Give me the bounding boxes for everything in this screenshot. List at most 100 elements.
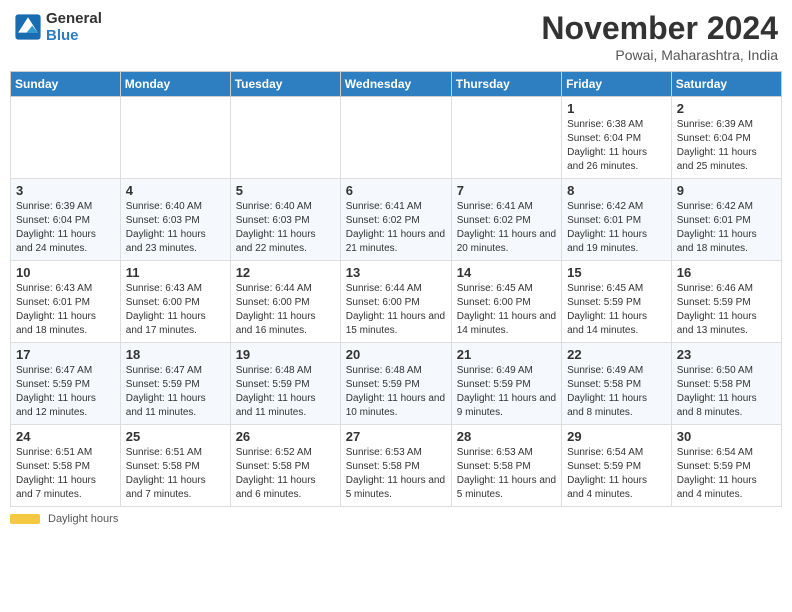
day-number: 15	[567, 265, 666, 280]
calendar-cell: 2 Sunrise: 6:39 AM Sunset: 6:04 PM Daylig…	[671, 97, 781, 179]
day-info: Sunrise: 6:42 AM Sunset: 6:01 PM Dayligh…	[677, 200, 776, 256]
day-info: Sunrise: 6:52 AM Sunset: 5:58 PM Dayligh…	[236, 446, 335, 502]
calendar-cell: 11Sunrise: 6:43 AM Sunset: 6:00 PM Dayli…	[120, 261, 230, 343]
day-info: Sunrise: 6:47 AM Sunset: 5:59 PM Dayligh…	[16, 364, 115, 420]
day-info: Sunrise: 6:42 AM Sunset: 6:01 PM Dayligh…	[567, 200, 666, 256]
day-number: 14	[457, 265, 556, 280]
logo-text: General Blue	[46, 10, 102, 44]
day-info: Sunrise: 6:51 AM Sunset: 5:58 PM Dayligh…	[16, 446, 115, 502]
day-number: 5	[236, 183, 335, 198]
day-number: 12	[236, 265, 335, 280]
calendar-cell: 27Sunrise: 6:53 AM Sunset: 5:58 PM Dayli…	[340, 425, 451, 507]
day-info: Sunrise: 6:54 AM Sunset: 5:59 PM Dayligh…	[567, 446, 666, 502]
calendar-week-row: 10 Sunrise: 6:43 AM Sunset: 6:01 PM Dayli…	[11, 261, 782, 343]
calendar-cell: 29 Sunrise: 6:54 AM Sunset: 5:59 PM Dayli…	[562, 425, 672, 507]
day-number: 30	[677, 429, 776, 444]
calendar-cell: 18 Sunrise: 6:47 AM Sunset: 5:59 PM Dayli…	[120, 343, 230, 425]
calendar-cell: 3 Sunrise: 6:39 AM Sunset: 6:04 PM Daylig…	[11, 179, 121, 261]
calendar-cell: 9 Sunrise: 6:42 AM Sunset: 6:01 PM Daylig…	[671, 179, 781, 261]
calendar-week-row: 24 Sunrise: 6:51 AM Sunset: 5:58 PM Dayli…	[11, 425, 782, 507]
day-info: Sunrise: 6:50 AM Sunset: 5:58 PM Dayligh…	[677, 364, 776, 420]
page-header: General Blue November 2024 Powai, Mahara…	[10, 10, 782, 63]
calendar-cell: 8 Sunrise: 6:42 AM Sunset: 6:01 PM Daylig…	[562, 179, 672, 261]
calendar-cell: 1 Sunrise: 6:38 AM Sunset: 6:04 PM Daylig…	[562, 97, 672, 179]
calendar-week-row: 1 Sunrise: 6:38 AM Sunset: 6:04 PM Daylig…	[11, 97, 782, 179]
day-number: 13	[346, 265, 446, 280]
day-info: Sunrise: 6:44 AM Sunset: 6:00 PM Dayligh…	[346, 282, 446, 338]
day-number: 27	[346, 429, 446, 444]
day-info: Sunrise: 6:39 AM Sunset: 6:04 PM Dayligh…	[677, 118, 776, 174]
day-number: 16	[677, 265, 776, 280]
day-number: 6	[346, 183, 446, 198]
calendar-week-row: 17 Sunrise: 6:47 AM Sunset: 5:59 PM Dayli…	[11, 343, 782, 425]
weekday-header: Tuesday	[230, 72, 340, 97]
calendar-cell: 10 Sunrise: 6:43 AM Sunset: 6:01 PM Dayli…	[11, 261, 121, 343]
day-number: 23	[677, 347, 776, 362]
day-info: Sunrise: 6:41 AM Sunset: 6:02 PM Dayligh…	[457, 200, 556, 256]
calendar-cell: 19Sunrise: 6:48 AM Sunset: 5:59 PM Dayli…	[230, 343, 340, 425]
day-info: Sunrise: 6:48 AM Sunset: 5:59 PM Dayligh…	[236, 364, 335, 420]
calendar-cell: 14 Sunrise: 6:45 AM Sunset: 6:00 PM Dayli…	[451, 261, 561, 343]
day-info: Sunrise: 6:43 AM Sunset: 6:00 PM Dayligh…	[126, 282, 225, 338]
day-info: Sunrise: 6:46 AM Sunset: 5:59 PM Dayligh…	[677, 282, 776, 338]
calendar-cell: 26Sunrise: 6:52 AM Sunset: 5:58 PM Dayli…	[230, 425, 340, 507]
day-number: 9	[677, 183, 776, 198]
calendar-cell: 15Sunrise: 6:45 AM Sunset: 5:59 PM Dayli…	[562, 261, 672, 343]
day-number: 17	[16, 347, 115, 362]
calendar-cell	[230, 97, 340, 179]
daylight-label: Daylight hours	[48, 513, 118, 525]
calendar-cell	[120, 97, 230, 179]
month-title: November 2024	[541, 10, 778, 47]
calendar-cell: 13 Sunrise: 6:44 AM Sunset: 6:00 PM Dayli…	[340, 261, 451, 343]
calendar-table: SundayMondayTuesdayWednesdayThursdayFrid…	[10, 71, 782, 507]
logo: General Blue	[14, 10, 102, 44]
calendar-cell: 25Sunrise: 6:51 AM Sunset: 5:58 PM Dayli…	[120, 425, 230, 507]
day-number: 24	[16, 429, 115, 444]
calendar-cell: 7Sunrise: 6:41 AM Sunset: 6:02 PM Daylig…	[451, 179, 561, 261]
calendar-cell: 5 Sunrise: 6:40 AM Sunset: 6:03 PM Daylig…	[230, 179, 340, 261]
day-number: 22	[567, 347, 666, 362]
calendar-cell: 17 Sunrise: 6:47 AM Sunset: 5:59 PM Dayli…	[11, 343, 121, 425]
day-number: 3	[16, 183, 115, 198]
day-info: Sunrise: 6:38 AM Sunset: 6:04 PM Dayligh…	[567, 118, 666, 174]
day-info: Sunrise: 6:41 AM Sunset: 6:02 PM Dayligh…	[346, 200, 446, 256]
day-number: 10	[16, 265, 115, 280]
calendar-cell	[11, 97, 121, 179]
day-number: 8	[567, 183, 666, 198]
logo-icon	[14, 13, 42, 41]
weekday-header: Friday	[562, 72, 672, 97]
calendar-cell: 4 Sunrise: 6:40 AM Sunset: 6:03 PM Daylig…	[120, 179, 230, 261]
day-info: Sunrise: 6:44 AM Sunset: 6:00 PM Dayligh…	[236, 282, 335, 338]
day-info: Sunrise: 6:43 AM Sunset: 6:01 PM Dayligh…	[16, 282, 115, 338]
calendar-cell: 24 Sunrise: 6:51 AM Sunset: 5:58 PM Dayli…	[11, 425, 121, 507]
weekday-header: Monday	[120, 72, 230, 97]
day-info: Sunrise: 6:39 AM Sunset: 6:04 PM Dayligh…	[16, 200, 115, 256]
day-info: Sunrise: 6:40 AM Sunset: 6:03 PM Dayligh…	[236, 200, 335, 256]
day-info: Sunrise: 6:40 AM Sunset: 6:03 PM Dayligh…	[126, 200, 225, 256]
daylight-bar	[10, 514, 40, 524]
day-number: 1	[567, 101, 666, 116]
day-info: Sunrise: 6:54 AM Sunset: 5:59 PM Dayligh…	[677, 446, 776, 502]
day-number: 29	[567, 429, 666, 444]
day-number: 4	[126, 183, 225, 198]
day-info: Sunrise: 6:47 AM Sunset: 5:59 PM Dayligh…	[126, 364, 225, 420]
weekday-header: Wednesday	[340, 72, 451, 97]
day-number: 18	[126, 347, 225, 362]
location-text: Powai, Maharashtra, India	[541, 47, 778, 63]
day-info: Sunrise: 6:53 AM Sunset: 5:58 PM Dayligh…	[457, 446, 556, 502]
calendar-cell: 6 Sunrise: 6:41 AM Sunset: 6:02 PM Daylig…	[340, 179, 451, 261]
day-info: Sunrise: 6:49 AM Sunset: 5:59 PM Dayligh…	[457, 364, 556, 420]
title-block: November 2024 Powai, Maharashtra, India	[541, 10, 778, 63]
day-info: Sunrise: 6:45 AM Sunset: 6:00 PM Dayligh…	[457, 282, 556, 338]
weekday-header: Saturday	[671, 72, 781, 97]
day-info: Sunrise: 6:49 AM Sunset: 5:58 PM Dayligh…	[567, 364, 666, 420]
calendar-cell	[451, 97, 561, 179]
footer-note: Daylight hours	[10, 513, 782, 525]
weekday-header: Thursday	[451, 72, 561, 97]
calendar-week-row: 3 Sunrise: 6:39 AM Sunset: 6:04 PM Daylig…	[11, 179, 782, 261]
calendar-cell: 28 Sunrise: 6:53 AM Sunset: 5:58 PM Dayli…	[451, 425, 561, 507]
day-number: 2	[677, 101, 776, 116]
weekday-header: Sunday	[11, 72, 121, 97]
day-number: 28	[457, 429, 556, 444]
calendar-cell: 16 Sunrise: 6:46 AM Sunset: 5:59 PM Dayli…	[671, 261, 781, 343]
